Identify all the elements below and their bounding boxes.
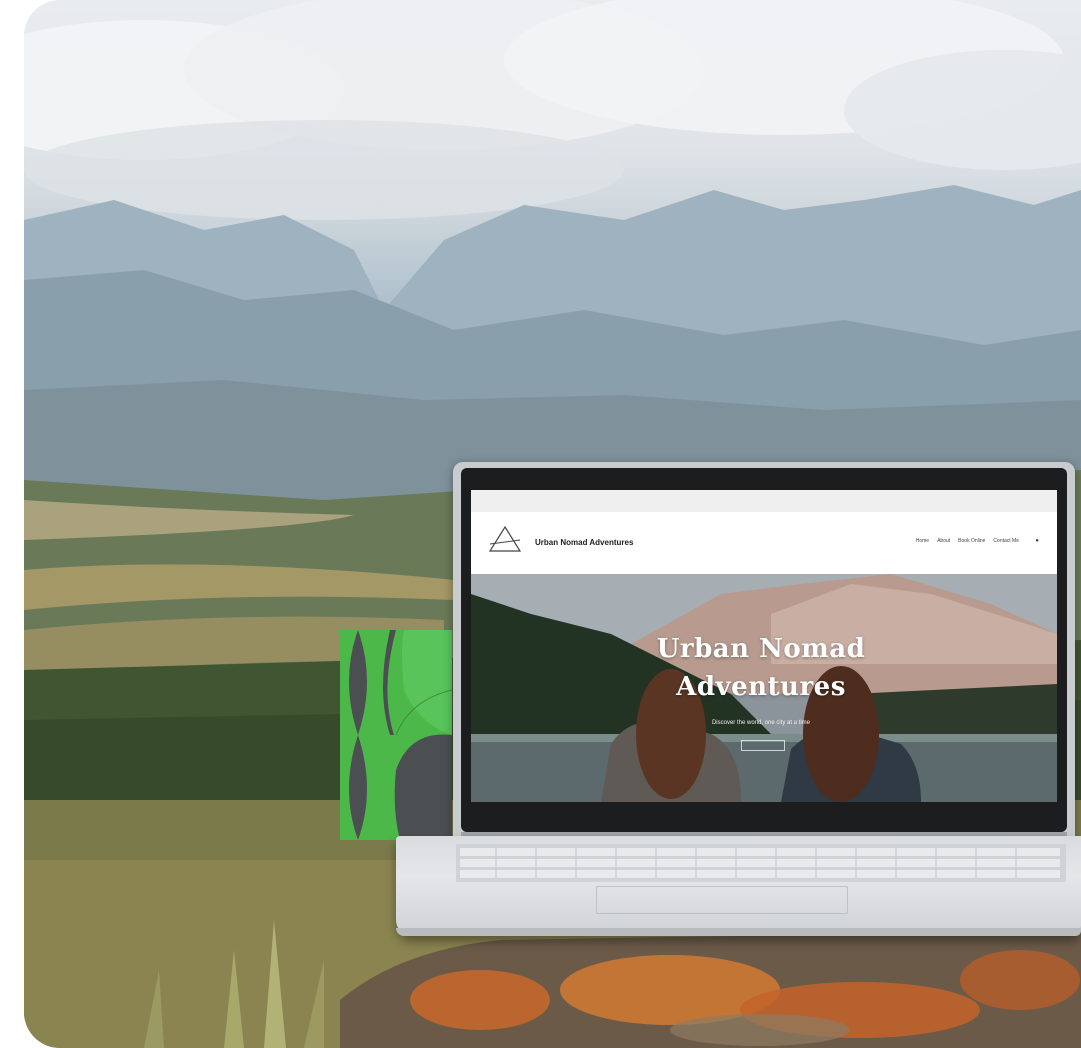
nav-item-home[interactable]: Home bbox=[916, 538, 929, 544]
cart-icon[interactable]: ● bbox=[1035, 538, 1039, 544]
base-edge bbox=[396, 928, 1081, 936]
nav-item-contact[interactable]: Contact Me bbox=[993, 538, 1019, 544]
nav-item-book-online[interactable]: Book Online bbox=[958, 538, 985, 544]
keyboard bbox=[456, 844, 1066, 882]
hero-title-line-2: Adventures bbox=[676, 672, 846, 702]
header-top-strip bbox=[471, 490, 1057, 512]
hero-section: Urban Nomad Adventures Discover the worl… bbox=[471, 574, 1057, 802]
mountain-triangle-icon[interactable] bbox=[487, 524, 523, 554]
hero-subtitle: Discover the world, one city at a time bbox=[711, 720, 811, 726]
site-title[interactable]: Urban Nomad Adventures bbox=[535, 538, 633, 547]
laptop-screen: Urban Nomad Adventures Home About Book O… bbox=[471, 490, 1057, 802]
hero-title-line-1: Urban Nomad bbox=[656, 634, 866, 664]
nav-item-about[interactable]: About bbox=[937, 538, 950, 544]
pattern-graphic bbox=[340, 630, 452, 840]
trackpad bbox=[596, 886, 848, 914]
laptop-base bbox=[396, 836, 1081, 936]
hero-title: Urban Nomad Adventures bbox=[601, 630, 921, 706]
green-pattern-card bbox=[340, 630, 452, 840]
site-nav: Home About Book Online Contact Me bbox=[916, 538, 1019, 544]
site-header: Urban Nomad Adventures Home About Book O… bbox=[471, 490, 1057, 574]
screen-bezel: Urban Nomad Adventures Home About Book O… bbox=[461, 468, 1067, 832]
laptop-lid: Urban Nomad Adventures Home About Book O… bbox=[453, 462, 1075, 840]
lichen-rock bbox=[340, 930, 1081, 1048]
hero-cta-button[interactable] bbox=[741, 740, 785, 751]
